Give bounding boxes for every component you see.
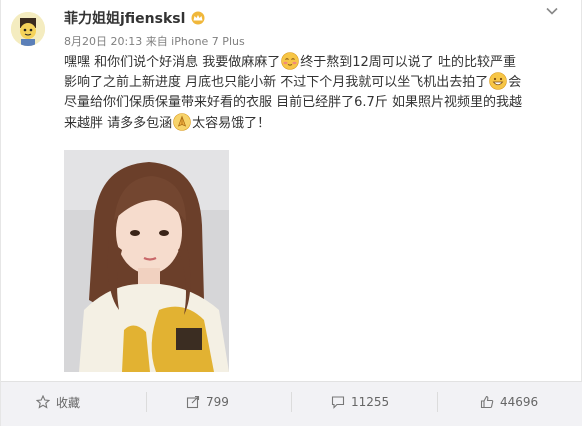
- comment-button[interactable]: 11255: [331, 382, 389, 422]
- post-photo[interactable]: [64, 150, 229, 372]
- favorite-label: 收藏: [56, 395, 81, 410]
- post-text-segment: 来越胖 请多多包涵: [64, 115, 173, 131]
- post-text-segment: 影响了之前上新进度 月底也只能小新 不过下个月我就可以坐飞机出去拍了: [64, 75, 489, 91]
- thumbs-up-icon: [480, 395, 494, 409]
- like-count: 44696: [500, 395, 539, 409]
- chevron-down-icon[interactable]: [545, 4, 559, 18]
- avatar-cartoon-icon: [11, 12, 45, 46]
- shy-emoji-icon: [281, 52, 300, 70]
- repost-button[interactable]: 799: [186, 382, 229, 422]
- post-text-segment: 太容易饿了！: [192, 115, 271, 131]
- weibo-post-card: 菲力姐姐jfiensksl 8月20日 20:13 来自 iPhone 7 Pl…: [0, 0, 582, 426]
- like-button[interactable]: 44696: [480, 382, 538, 422]
- post-text-segment: 会: [508, 75, 522, 91]
- comment-count: 11255: [351, 395, 390, 409]
- comment-icon: [331, 396, 345, 409]
- author-name[interactable]: 菲力姐姐jfiensksl: [64, 8, 207, 28]
- favorite-button[interactable]: 收藏: [36, 382, 80, 422]
- repost-count: 799: [206, 395, 229, 409]
- author-avatar[interactable]: [11, 12, 45, 46]
- post-text-segment: 嘿嘿 和你们说个好消息 我要做麻麻了: [64, 55, 281, 70]
- grin-emoji-icon: [489, 72, 508, 91]
- pray-emoji-icon: [173, 113, 191, 131]
- post-text-line: 尽量给你们保质保量带来好看的衣服 目前已经胖了6.7斤 如果照片视频里的我越: [64, 93, 564, 113]
- action-divider: [437, 392, 438, 412]
- action-divider: [291, 392, 292, 412]
- photo-portrait-image: [64, 150, 229, 372]
- post-text-line: 影响了之前上新进度 月底也只能小新 不过下个月我就可以坐飞机出去拍了 会: [64, 72, 564, 92]
- post-text: 嘿嘿 和你们说个好消息 我要做麻麻了 终于熬到12周可以说了 吐的比较严重 影响了…: [64, 52, 564, 133]
- action-divider: [146, 392, 147, 412]
- post-meta: 8月20日 20:13 来自 iPhone 7 Plus: [64, 35, 245, 48]
- post-text-line: 嘿嘿 和你们说个好消息 我要做麻麻了 终于熬到12周可以说了 吐的比较严重: [64, 52, 564, 72]
- post-text-line: 来越胖 请多多包涵 太容易饿了！: [64, 113, 564, 133]
- author-name-text[interactable]: 菲力姐姐jfiensksl: [64, 8, 185, 28]
- repost-icon: [186, 395, 200, 409]
- post-text-segment: 尽量给你们保质保量带来好看的衣服 目前已经胖了6.7斤 如果照片视频里的我越: [64, 94, 522, 110]
- post-actions-bar: 收藏 799 11255 44696: [1, 381, 582, 426]
- vip-crown-icon[interactable]: [189, 11, 207, 25]
- star-outline-icon: [36, 395, 50, 409]
- post-text-segment: 终于熬到12周可以说了 吐的比较严重: [300, 55, 516, 70]
